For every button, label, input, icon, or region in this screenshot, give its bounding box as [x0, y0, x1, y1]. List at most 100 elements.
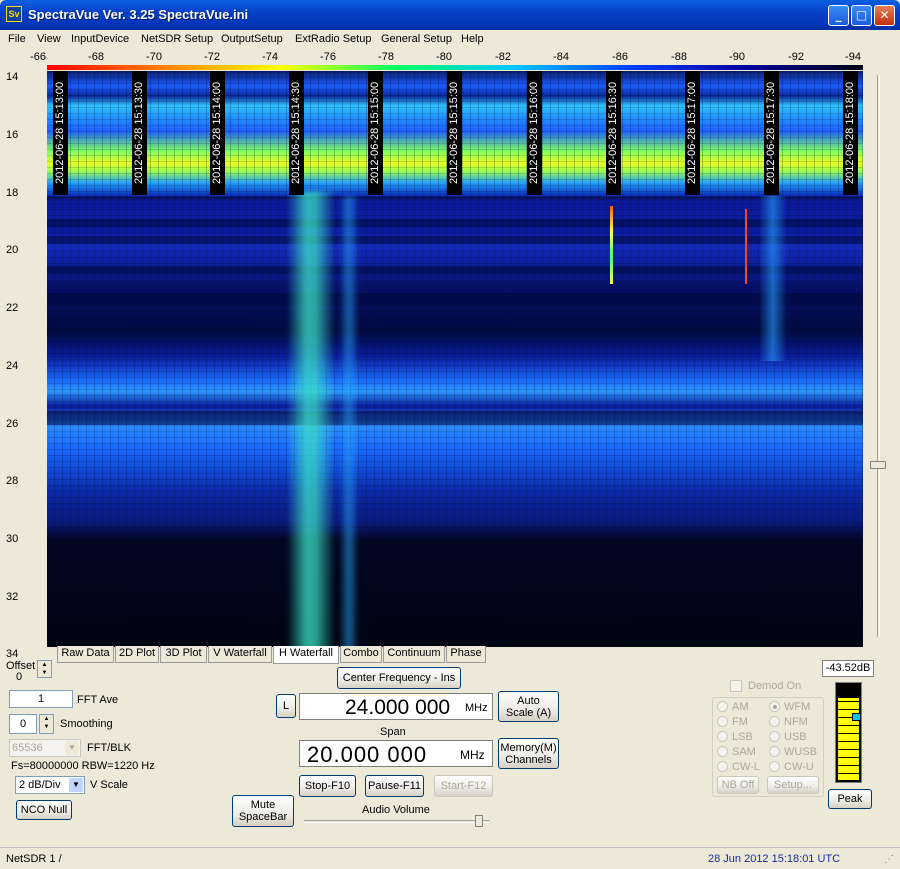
tab-phase[interactable]: Phase — [446, 646, 486, 663]
radio-sam[interactable]: SAM — [717, 746, 756, 758]
radio-fm[interactable]: FM — [717, 716, 748, 728]
timestamp-label: 2012-06-28 15:15:00 — [368, 71, 383, 195]
audio-volume-label: Audio Volume — [362, 804, 430, 816]
signal-meter — [835, 682, 862, 783]
radio-lsb[interactable]: LSB — [717, 731, 753, 743]
tab-h-waterfall[interactable]: H Waterfall — [273, 646, 339, 664]
db-tick: -88 — [671, 51, 687, 63]
app-icon: Sv — [6, 6, 22, 22]
db-tick: -86 — [612, 51, 628, 63]
reference-level-slider[interactable] — [870, 75, 886, 637]
auto-scale-button[interactable]: Auto Scale (A) — [498, 691, 559, 722]
menu-view[interactable]: View — [37, 33, 61, 45]
title-bar[interactable]: Sv SpectraVue Ver. 3.25 SpectraVue.ini _… — [0, 0, 900, 30]
memory-channels-button[interactable]: Memory(M) Channels — [498, 738, 559, 769]
tab-2d-plot[interactable]: 2D Plot — [115, 646, 159, 663]
slider-track — [877, 75, 880, 637]
meter-peak-marker — [852, 713, 861, 721]
smoothing-input[interactable]: 0 — [9, 714, 37, 734]
vscale-value: 2 dB/Div — [19, 779, 61, 791]
radio-wusb[interactable]: WUSB — [769, 746, 817, 758]
tab-combo[interactable]: Combo — [340, 646, 382, 663]
radio-wfm[interactable]: WFM — [769, 701, 810, 713]
demod-mode-group: AM WFM FM NFM LSB USB SAM WUSB CW-L CW-U… — [712, 697, 824, 797]
audio-volume-thumb[interactable] — [475, 815, 483, 827]
chevron-down-icon[interactable]: ▼ — [69, 778, 83, 792]
vscale-select[interactable]: 2 dB/Div ▼ — [15, 776, 85, 794]
nco-null-button[interactable]: NCO Null — [16, 800, 72, 820]
timestamp-label: 2012-06-28 15:18:00 — [843, 71, 858, 195]
menu-help[interactable]: Help — [461, 33, 484, 45]
db-tick: -90 — [729, 51, 745, 63]
peak-button[interactable]: Peak — [828, 789, 872, 809]
db-tick: -72 — [204, 51, 220, 63]
freq-tick: 28 — [6, 475, 19, 487]
radio-am[interactable]: AM — [717, 701, 749, 713]
timestamp-label: 2012-06-28 15:14:30 — [289, 71, 304, 195]
smoothing-spinner[interactable]: ▲ ▼ — [39, 714, 54, 734]
radio-cw-l-label: CW-L — [732, 761, 760, 773]
minimize-icon[interactable]: _ — [828, 5, 849, 26]
menu-file[interactable]: File — [8, 33, 26, 45]
waterfall-band — [47, 236, 863, 244]
nb-off-button[interactable]: NB Off — [717, 776, 759, 794]
maximize-icon[interactable]: □ — [851, 5, 872, 26]
radio-cw-u[interactable]: CW-U — [769, 761, 814, 773]
close-icon[interactable]: ✕ — [874, 5, 895, 26]
signal-trace — [759, 196, 787, 361]
radio-am-label: AM — [732, 701, 749, 713]
timestamp-label: 2012-06-28 15:17:00 — [685, 71, 700, 195]
fft-blk-label: FFT/BLK — [87, 742, 132, 754]
menu-outputsetup[interactable]: OutputSetup — [221, 33, 283, 45]
tab-v-waterfall[interactable]: V Waterfall — [208, 646, 272, 663]
span-unit: MHz — [460, 748, 485, 762]
timestamp-label: 2012-06-28 15:16:30 — [606, 71, 621, 195]
fs-rbw-text: Fs=80000000 RBW=1220 Hz — [11, 760, 155, 772]
timestamp-label: 2012-06-28 15:16:00 — [527, 71, 542, 195]
menu-general-setup[interactable]: General Setup — [381, 33, 452, 45]
start-button[interactable]: Start-F12 — [434, 775, 493, 797]
fft-blk-select[interactable]: 65536 ▼ — [9, 739, 81, 757]
setup-button[interactable]: Setup... — [767, 776, 819, 794]
timestamp-label: 2012-06-28 15:15:30 — [447, 71, 462, 195]
radio-nfm[interactable]: NFM — [769, 716, 808, 728]
status-bar: NetSDR 1 / 28 Jun 2012 15:18:01 UTC ⋰ — [0, 847, 900, 869]
radio-nfm-label: NFM — [784, 716, 808, 728]
mute-button[interactable]: Mute SpaceBar — [232, 795, 294, 827]
audio-volume-slider[interactable] — [304, 820, 490, 823]
radio-wfm-label: WFM — [784, 701, 811, 713]
color-scale-bar — [47, 65, 863, 70]
radio-usb[interactable]: USB — [769, 731, 807, 743]
radio-cw-l[interactable]: CW-L — [717, 761, 760, 773]
l-button[interactable]: L — [276, 694, 296, 718]
waterfall-display[interactable]: 2012-06-28 15:13:00 2012-06-28 15:13:30 … — [47, 71, 863, 647]
smoothing-label: Smoothing — [60, 718, 113, 730]
menu-extradio-setup[interactable]: ExtRadio Setup — [295, 33, 371, 45]
menu-netsdr-setup[interactable]: NetSDR Setup — [141, 33, 213, 45]
chevron-down-icon[interactable]: ▼ — [65, 741, 79, 755]
span-display[interactable]: 20.000 000 MHz — [299, 740, 493, 767]
span-value: 20.000 000 — [307, 742, 428, 767]
demod-on-checkbox[interactable] — [730, 680, 742, 692]
tab-3d-plot[interactable]: 3D Plot — [160, 646, 207, 663]
tab-continuum[interactable]: Continuum — [383, 646, 445, 663]
freq-tick: 16 — [6, 129, 19, 141]
center-frequency-button[interactable]: Center Frequency - Ins — [337, 667, 461, 689]
offset-spinner[interactable]: ▲ ▼ — [37, 660, 52, 678]
window-title: SpectraVue Ver. 3.25 SpectraVue.ini — [28, 7, 249, 22]
timestamp-label: 2012-06-28 15:13:30 — [132, 71, 147, 195]
status-datetime: 28 Jun 2012 15:18:01 UTC — [708, 853, 841, 865]
slider-thumb[interactable] — [870, 461, 886, 469]
freq-tick: 30 — [6, 533, 19, 545]
pause-button[interactable]: Pause-F11 — [365, 775, 424, 797]
offset-value: 0 — [16, 671, 23, 683]
frequency-display[interactable]: 24.000 000 MHz — [299, 693, 493, 720]
stop-button[interactable]: Stop-F10 — [299, 775, 356, 797]
resize-grip-icon[interactable]: ⋰ — [884, 854, 894, 865]
radio-usb-label: USB — [784, 731, 807, 743]
tab-raw-data[interactable]: Raw Data — [57, 646, 114, 663]
menu-inputdevice[interactable]: InputDevice — [71, 33, 129, 45]
db-tick: -92 — [788, 51, 804, 63]
fft-ave-input[interactable]: 1 — [9, 690, 73, 708]
freq-tick: 32 — [6, 591, 19, 603]
